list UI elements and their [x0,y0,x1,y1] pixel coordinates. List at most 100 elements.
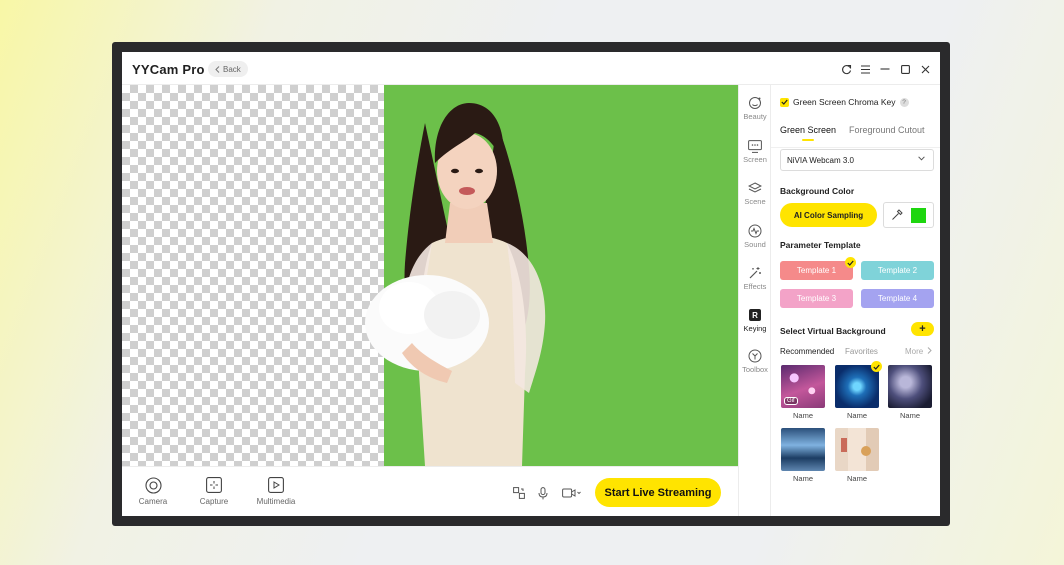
rail-label-beauty: Beauty [743,112,767,121]
active-tab-indicator [802,139,814,141]
rail-label-toolbox: Toolbox [742,365,768,374]
divider [771,147,940,148]
capture-tool[interactable]: Capture [189,476,239,506]
back-label: Back [223,64,241,74]
background-thumbnail[interactable]: Name [781,428,825,483]
add-background-button[interactable]: + [911,322,934,336]
selected-check-icon [845,257,856,268]
close-icon[interactable] [918,62,932,76]
decor-shape [841,438,847,452]
help-icon[interactable]: ? [899,97,909,107]
background-name: Name [846,474,867,483]
rail-label-sound: Sound [744,240,766,249]
background-image: Gif [781,365,825,408]
subtab-favorites[interactable]: Favorites [845,347,878,356]
effects-icon [748,266,762,280]
rail-item-effects[interactable]: Effects [739,266,771,291]
start-live-streaming-button[interactable]: Start Live Streaming [595,478,721,507]
screen-share-icon[interactable] [512,486,526,500]
rail-label-screen: Screen [743,155,767,164]
rail-item-screen[interactable]: Screen [739,139,771,164]
keying-panel: Green Screen Chroma Key ? Green Screen F… [771,85,940,516]
color-swatch[interactable] [911,208,926,223]
multimedia-icon [267,476,285,494]
background-color-title: Background Color [780,186,855,196]
parameter-template-title: Parameter Template [780,240,861,250]
rail-item-beauty[interactable]: Beauty [739,96,771,121]
sound-icon [748,224,762,238]
camera-label: Camera [138,497,168,506]
background-image [781,428,825,471]
scene-icon [748,181,762,195]
color-picker[interactable] [883,202,934,228]
side-rail: Beauty Screen Scene Sound Effects R Keyi… [738,85,771,516]
screen-icon [748,139,762,153]
background-name: Name [792,411,813,420]
chevron-right-icon [928,347,933,354]
template-3-label: Template 3 [796,294,837,303]
camera-select-value: NiVIA Webcam 3.0 [787,155,854,165]
template-2-label: Template 2 [877,266,918,275]
capture-label: Capture [199,497,229,506]
background-thumbnail[interactable]: Name [888,365,932,420]
beauty-icon [748,96,762,110]
camera-select[interactable]: NiVIA Webcam 3.0 [780,149,934,171]
background-name: Name [846,411,867,420]
multimedia-tool[interactable]: Multimedia [251,476,301,506]
app-logo: YYCam Pro [132,62,205,77]
template-4-label: Template 4 [877,294,918,303]
app-window: YYCam Pro Back Camera Capture Multimedia… [122,52,940,516]
multimedia-label: Multimedia [256,497,296,506]
subtab-recommended[interactable]: Recommended [780,347,834,356]
background-thumbnail[interactable]: Name [835,428,879,483]
chevron-down-icon [918,156,925,161]
background-image [888,365,932,408]
eyedropper-icon[interactable] [891,209,903,221]
rail-item-scene[interactable]: Scene [739,181,771,206]
gif-badge: Gif [784,397,798,405]
keying-tabs: Green Screen Foreground Cutout [780,125,935,141]
share-icon[interactable] [839,62,853,76]
svg-text:R: R [752,311,758,320]
ai-color-sampling-button[interactable]: AI Color Sampling [780,203,877,227]
decor-shape [861,446,871,456]
maximize-icon[interactable] [898,62,912,76]
template-3-button[interactable]: Template 3 [780,289,853,308]
template-2-button[interactable]: Template 2 [861,261,934,280]
camera-tool[interactable]: Camera [128,476,178,506]
template-1-button[interactable]: Template 1 [780,257,856,280]
template-4-button[interactable]: Template 4 [861,289,934,308]
virtual-background-title: Select Virtual Background [780,326,886,336]
chroma-key-toggle[interactable]: Green Screen Chroma Key ? [780,97,909,107]
chroma-key-label: Green Screen Chroma Key [793,97,896,107]
video-preview[interactable] [122,85,738,466]
back-button[interactable]: Back [208,61,248,77]
rail-item-toolbox[interactable]: Toolbox [739,349,771,374]
background-thumbnail[interactable]: Gif Name [781,365,825,420]
transparent-area [122,85,384,466]
background-image [835,365,879,408]
bottom-toolbar: Camera Capture Multimedia Start Live Str… [122,466,738,516]
presenter-silhouette [365,103,546,466]
capture-icon [205,476,223,494]
monitor-frame: YYCam Pro Back Camera Capture Multimedia… [112,42,950,526]
menu-icon[interactable] [858,62,872,76]
background-name: Name [792,474,813,483]
more-link[interactable]: More [905,347,933,356]
selected-check-icon [871,361,882,372]
rail-item-keying[interactable]: R Keying [739,308,771,333]
title-bar: YYCam Pro Back [122,52,940,85]
microphone-icon[interactable] [536,486,550,500]
camera-icon [144,476,162,494]
rail-item-sound[interactable]: Sound [739,224,771,249]
chroma-key-checkbox[interactable] [780,97,789,107]
template-1-label: Template 1 [796,266,837,275]
video-camera-icon[interactable] [561,486,583,500]
minimize-icon[interactable] [878,62,892,76]
tab-foreground-cutout[interactable]: Foreground Cutout [849,125,925,135]
more-label: More [905,347,924,356]
chevron-left-icon [215,65,220,73]
toolbox-icon [748,349,762,363]
background-thumbnail[interactable]: Name [835,361,882,420]
tab-green-screen[interactable]: Green Screen [780,125,836,135]
